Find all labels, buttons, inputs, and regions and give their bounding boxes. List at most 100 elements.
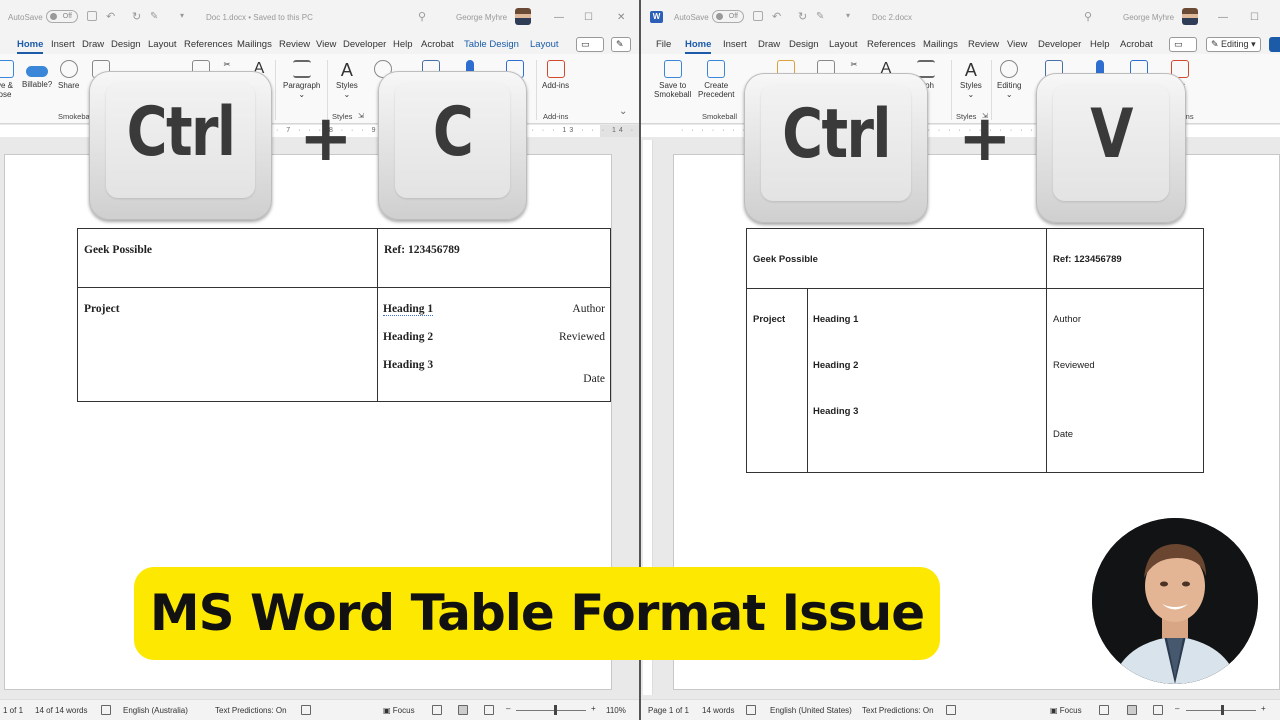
tab-table-design[interactable]: Table Design xyxy=(464,39,519,50)
editing-button[interactable]: Editing ⌄ xyxy=(997,58,1021,99)
print-layout-icon[interactable] xyxy=(1127,705,1137,715)
zoom-out-button[interactable]: – xyxy=(506,704,510,713)
tab-help[interactable]: Help xyxy=(393,39,413,50)
minimize-icon[interactable]: — xyxy=(1218,12,1228,23)
tab-home[interactable]: Home xyxy=(685,39,712,54)
tab-acrobat[interactable]: Acrobat xyxy=(1120,39,1153,50)
tab-design[interactable]: Design xyxy=(111,39,141,50)
tab-insert[interactable]: Insert xyxy=(51,39,75,50)
tab-file[interactable]: File xyxy=(656,39,671,50)
tab-home[interactable]: Home xyxy=(17,39,44,54)
status-predictions[interactable]: Text Predictions: On xyxy=(862,706,934,715)
status-language[interactable]: English (Australia) xyxy=(123,706,188,715)
read-mode-icon[interactable] xyxy=(432,705,442,715)
customize-qat-icon[interactable]: ▾ xyxy=(180,11,184,20)
maximize-icon[interactable]: ☐ xyxy=(1250,12,1259,23)
customize-qat-icon[interactable]: ▾ xyxy=(846,11,850,20)
user-avatar[interactable] xyxy=(1182,8,1198,25)
styles-button[interactable]: A Styles ⌄ xyxy=(336,58,358,99)
search-icon[interactable]: ⚲ xyxy=(418,10,426,23)
status-page[interactable]: 1 of 1 xyxy=(3,706,23,715)
save-to-smokeball-button[interactable]: Save to Smokeball xyxy=(654,58,691,99)
web-layout-icon[interactable] xyxy=(1153,705,1163,715)
comments-button[interactable]: ▭ xyxy=(1169,37,1197,52)
zoom-out-button[interactable]: – xyxy=(1175,704,1179,713)
close-icon[interactable]: ✕ xyxy=(617,12,625,23)
format-painter-icon[interactable]: ✎ xyxy=(816,11,824,22)
zoom-slider[interactable] xyxy=(516,710,586,711)
tab-references[interactable]: References xyxy=(184,39,233,50)
autosave-toggle[interactable]: Off xyxy=(712,10,744,23)
proofing-icon[interactable] xyxy=(101,705,111,715)
status-words[interactable]: 14 words xyxy=(702,706,734,715)
status-language[interactable]: English (United States) xyxy=(770,706,852,715)
tab-review[interactable]: Review xyxy=(279,39,310,50)
tab-developer[interactable]: Developer xyxy=(1038,39,1081,50)
web-layout-icon[interactable] xyxy=(484,705,494,715)
maximize-icon[interactable]: ☐ xyxy=(584,12,593,23)
tab-mailings[interactable]: Mailings xyxy=(237,39,272,50)
tab-draw[interactable]: Draw xyxy=(82,39,104,50)
collapse-ribbon-icon[interactable]: ⌄ xyxy=(619,106,627,117)
tab-view[interactable]: View xyxy=(1007,39,1027,50)
tab-draw[interactable]: Draw xyxy=(758,39,780,50)
tab-references[interactable]: References xyxy=(867,39,916,50)
accessibility-icon[interactable] xyxy=(301,705,311,715)
search-icon[interactable]: ⚲ xyxy=(1084,10,1092,23)
table-cell-company: Geek Possible xyxy=(84,244,153,256)
tab-developer[interactable]: Developer xyxy=(343,39,386,50)
print-layout-icon[interactable] xyxy=(458,705,468,715)
tab-table-layout[interactable]: Layout xyxy=(530,39,559,50)
tab-layout[interactable]: Layout xyxy=(829,39,858,50)
paragraph-button[interactable]: Paragraph ⌄ xyxy=(283,58,320,99)
zoom-thumb[interactable] xyxy=(554,705,557,715)
zoom-in-button[interactable]: + xyxy=(1261,704,1266,713)
status-words[interactable]: 14 of 14 words xyxy=(35,706,87,715)
undo-icon[interactable]: ↶ xyxy=(772,10,781,23)
read-mode-icon[interactable] xyxy=(1099,705,1109,715)
billable-button[interactable]: Billable? xyxy=(22,58,52,89)
redo-icon[interactable]: ↻ xyxy=(798,10,807,23)
user-avatar[interactable] xyxy=(515,8,531,25)
editing-mode-button[interactable]: ✎ Editing ▾ xyxy=(1206,37,1261,52)
minimize-icon[interactable]: — xyxy=(554,12,564,23)
zoom-in-button[interactable]: + xyxy=(591,704,596,713)
user-name[interactable]: George Myhre xyxy=(1123,13,1174,22)
group-label-smokeball: Smokeball xyxy=(702,112,738,121)
comments-button[interactable]: ▭ xyxy=(576,37,604,52)
focus-button[interactable]: ▣ Focus xyxy=(383,706,415,715)
undo-icon[interactable]: ↶ xyxy=(106,10,115,23)
editing-mode-button[interactable]: ✎ xyxy=(611,37,631,52)
share-icon xyxy=(59,60,78,78)
save-icon[interactable] xyxy=(753,11,763,21)
document-table[interactable]: Geek Possible Ref: 123456789 Project Hea… xyxy=(77,228,611,402)
save-close-button[interactable]: ve &ose xyxy=(0,58,14,99)
tab-review[interactable]: Review xyxy=(968,39,999,50)
tab-help[interactable]: Help xyxy=(1090,39,1110,50)
tab-design[interactable]: Design xyxy=(789,39,819,50)
zoom-level[interactable]: 110% xyxy=(606,706,626,715)
autosave-toggle[interactable]: Off xyxy=(46,10,78,23)
styles-button[interactable]: A Styles ⌄ xyxy=(960,58,982,99)
zoom-thumb[interactable] xyxy=(1221,705,1224,715)
status-page[interactable]: Page 1 of 1 xyxy=(648,706,689,715)
format-painter-icon[interactable]: ✎ xyxy=(150,11,158,22)
document-table[interactable]: Geek Possible Ref: 123456789 Project Hea… xyxy=(746,228,1204,473)
addins-button[interactable]: Add-ins xyxy=(542,58,569,90)
redo-icon[interactable]: ↻ xyxy=(132,10,141,23)
tab-insert[interactable]: Insert xyxy=(723,39,747,50)
tab-acrobat[interactable]: Acrobat xyxy=(421,39,454,50)
styles-launcher-icon[interactable]: ⇲ xyxy=(358,112,364,120)
proofing-icon[interactable] xyxy=(746,705,756,715)
user-name[interactable]: George Myhre xyxy=(456,13,507,22)
tab-layout[interactable]: Layout xyxy=(148,39,177,50)
share-button[interactable]: Share xyxy=(58,58,79,90)
accessibility-icon[interactable] xyxy=(946,705,956,715)
tab-view[interactable]: View xyxy=(316,39,336,50)
tab-mailings[interactable]: Mailings xyxy=(923,39,958,50)
focus-button[interactable]: ▣ Focus xyxy=(1050,706,1082,715)
status-predictions[interactable]: Text Predictions: On xyxy=(215,706,287,715)
save-icon[interactable] xyxy=(87,11,97,21)
share-button[interactable] xyxy=(1269,37,1280,52)
create-precedent-button[interactable]: Create Precedent xyxy=(698,58,734,99)
